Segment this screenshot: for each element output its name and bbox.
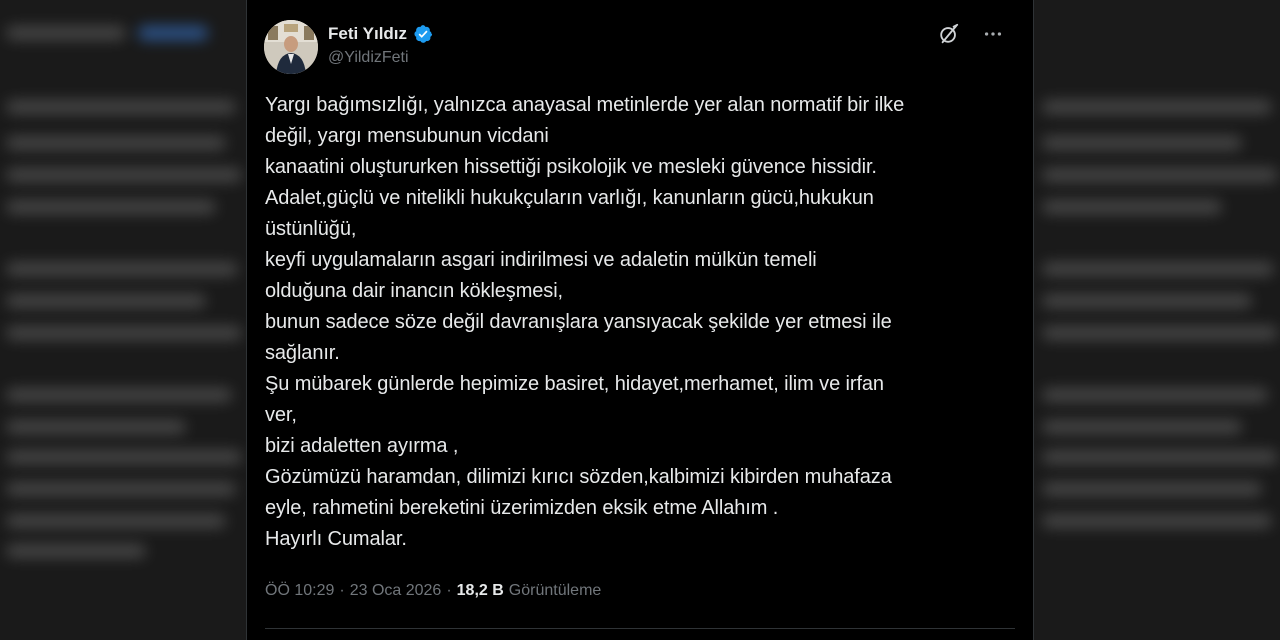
divider	[265, 628, 1015, 629]
meta-separator: ·	[446, 582, 452, 599]
views-count: 18,2 B	[456, 582, 504, 599]
more-icon[interactable]	[981, 22, 1005, 46]
author-handle[interactable]: @YildizFeti	[328, 49, 433, 67]
tweet-text-line: değil, yargı mensubunun vicdani	[265, 125, 549, 147]
tweet-text-line: ver,	[265, 404, 297, 426]
tweet-text-line: Gözümüzü haramdan, dilimizi kırıcı sözde…	[265, 466, 892, 488]
screenshot-stage: Feti Yıldız @YildizFeti Yargı bağımsızlı…	[0, 0, 1280, 640]
tweet-text-line: olduğuna dair inancın kökleşmesi,	[265, 280, 563, 302]
tweet-meta: ÖÖ 10:29 · 23 Oca 2026 · 18,2 B Görüntül…	[265, 582, 601, 600]
tweet-text-line: üstünlüğü,	[265, 218, 357, 240]
meta-separator: ·	[339, 582, 345, 599]
tweet-text-line: Yargı bağımsızlığı, yalnızca anayasal me…	[265, 94, 905, 116]
avatar-image	[264, 20, 318, 74]
tweet-text-line: Adalet,güçlü ve nitelikli hukukçuların v…	[265, 187, 874, 209]
author-avatar[interactable]	[264, 20, 318, 74]
author-name-row: Feti Yıldız	[328, 22, 433, 46]
tweet-text-line: bizi adaletten ayırma ,	[265, 435, 459, 457]
tweet-text-line: sağlanır.	[265, 342, 340, 364]
tweet-text-line: Hayırlı Cumalar.	[265, 528, 407, 550]
tweet-text-line: Şu mübarek günlerde hepimize basiret, hi…	[265, 373, 884, 395]
grok-icon[interactable]	[937, 22, 961, 46]
tweet-text-line: eyle, rahmetini bereketini üzerimizden e…	[265, 497, 779, 519]
tweet-date[interactable]: 23 Oca 2026	[350, 582, 442, 600]
blurred-background-right	[1034, 0, 1280, 640]
tweet-card: Feti Yıldız @YildizFeti Yargı bağımsızlı…	[246, 0, 1034, 640]
tweet-text: Yargı bağımsızlığı, yalnızca anayasal me…	[265, 90, 1005, 555]
verified-badge-icon	[413, 24, 433, 44]
tweet-text-line: bunun sadece söze değil davranışlara yan…	[265, 311, 892, 333]
author-info: Feti Yıldız @YildizFeti	[328, 22, 433, 67]
tweet-text-line: keyfi uygulamaların asgari indirilmesi v…	[265, 249, 817, 271]
tweet-top-actions	[937, 22, 1005, 46]
tweet-text-line: kanaatini oluştururken hissettiği psikol…	[265, 156, 877, 178]
blurred-background-left	[0, 0, 246, 640]
author-display-name[interactable]: Feti Yıldız	[328, 24, 407, 44]
views-label: Görüntüleme	[508, 582, 602, 599]
tweet-time[interactable]: ÖÖ 10:29	[265, 582, 334, 600]
